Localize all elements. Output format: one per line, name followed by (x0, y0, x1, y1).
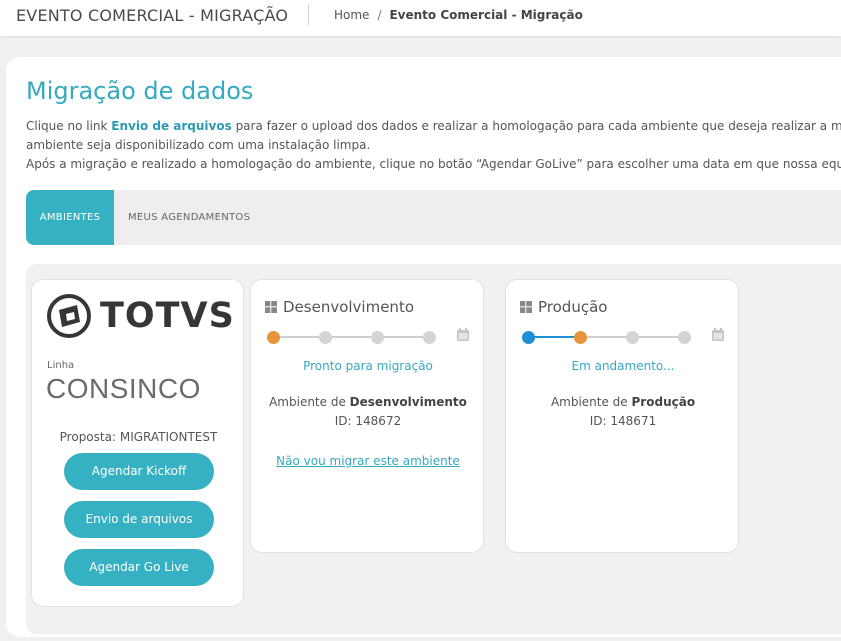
agendar-go-live-button[interactable]: Agendar Go Live (64, 549, 214, 586)
agendar-kickoff-button[interactable]: Agendar Kickoff (64, 453, 214, 490)
app-title: EVENTO COMERCIAL - MIGRAÇÃO (16, 6, 289, 25)
totvs-logo-icon (47, 294, 91, 338)
windows-icon (520, 301, 532, 313)
windows-icon (265, 301, 277, 313)
tab-meus-agendamentos[interactable]: MEUS AGENDAMENTOS (128, 190, 250, 245)
ambiente-prefix: Ambiente de (550, 395, 628, 409)
top-header: EVENTO COMERCIAL - MIGRAÇÃO Home / Evento … (0, 0, 841, 36)
step-4-pending (678, 331, 691, 344)
step-2-done (574, 331, 587, 344)
environment-header: Desenvolvimento (265, 298, 414, 316)
environment-description: Ambiente de Produção (506, 395, 740, 409)
upload-link[interactable]: Envio de arquivos (111, 119, 231, 133)
tab-ambientes[interactable]: AMBIENTES (26, 190, 114, 245)
breadcrumb: Home / Evento Comercial - Migração (334, 8, 583, 22)
linha-label: Linha (47, 360, 75, 371)
step-1-done (267, 331, 280, 344)
envio-de-arquivos-button[interactable]: Envio de arquivos (64, 501, 214, 538)
environment-card-desenvolvimento: Desenvolvimento Pronto para migração Amb… (250, 279, 484, 553)
environment-name: Desenvolvimento (283, 298, 415, 316)
stepper-line-progress (528, 336, 580, 338)
skip-migration-link[interactable]: Não vou migrar este ambiente (251, 454, 485, 468)
calendar-icon[interactable] (712, 328, 724, 341)
environment-id: ID: 148672 (334, 414, 402, 428)
proposta-line: Proposta: MIGRATIONTEST (32, 430, 245, 444)
progress-stepper (522, 328, 726, 344)
ambiente-name: Produção (631, 395, 696, 409)
main-panel: Migração de dados Clique no link Envio d… (6, 57, 841, 637)
environment-header: Produção (520, 298, 607, 316)
environments-area: TOTVS Linha CONSINCO Proposta: MIGRATION… (26, 264, 841, 634)
description-line-2: ambiente seja disponibilizado com uma in… (26, 138, 371, 152)
totvs-wordmark: TOTVS (100, 296, 235, 336)
step-1-active (522, 331, 535, 344)
ambiente-name: Desenvolvimento (349, 395, 467, 409)
step-4-pending (423, 331, 436, 344)
environment-status: Em andamento... (571, 359, 675, 373)
breadcrumb-current: Evento Comercial - Migração (389, 8, 583, 22)
description-line-3: Após a migração e realizado a homologaçã… (26, 157, 841, 171)
environment-status: Pronto para migração (303, 359, 433, 373)
environment-name: Produção (538, 298, 608, 316)
description-line-1: Clique no link Envio de arquivos para fa… (26, 119, 841, 133)
product-card: TOTVS Linha CONSINCO Proposta: MIGRATION… (31, 279, 244, 607)
breadcrumb-separator: / (377, 8, 382, 22)
tab-bar: AMBIENTES MEUS AGENDAMENTOS (26, 190, 841, 245)
environment-id: ID: 148671 (589, 414, 657, 428)
page-title: Migração de dados (26, 77, 254, 105)
stepper-line (273, 336, 431, 338)
step-3-pending (626, 331, 639, 344)
proposta-value: MIGRATIONTEST (119, 430, 218, 444)
breadcrumb-home[interactable]: Home (334, 8, 369, 22)
step-3-pending (371, 331, 384, 344)
description-text: para fazer o upload dos dados e realizar… (231, 119, 841, 133)
environment-card-producao: Produção Em andamento... Ambiente de Pro… (505, 279, 739, 553)
product-name: CONSINCO (46, 373, 201, 404)
calendar-icon[interactable] (457, 328, 469, 341)
step-2-pending (319, 331, 332, 344)
header-divider (308, 5, 309, 25)
progress-stepper (267, 328, 471, 344)
ambiente-prefix: Ambiente de (269, 395, 346, 409)
proposta-label: Proposta: (59, 430, 117, 444)
environment-description: Ambiente de Desenvolvimento (251, 395, 485, 409)
description-text: Clique no link (26, 119, 112, 133)
